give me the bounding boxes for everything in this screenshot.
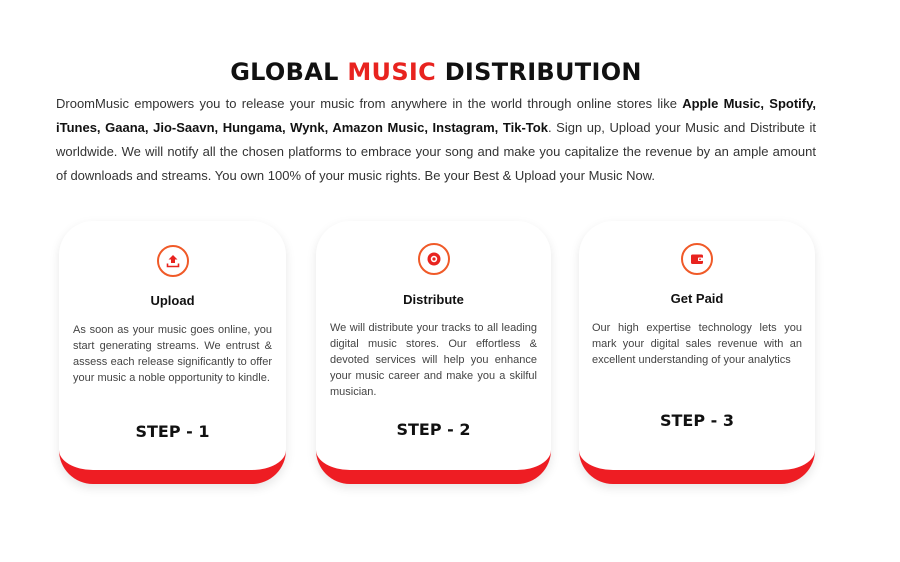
step-card-upload: Upload As soon as your music goes online… — [59, 221, 286, 484]
step-card-distribute: Distribute We will distribute your track… — [316, 221, 551, 484]
card-description: As soon as your music goes online, you s… — [73, 324, 272, 384]
card-description: We will distribute your tracks to all le… — [330, 322, 537, 398]
card-description: Our high expertise technology lets you m… — [592, 322, 802, 366]
upload-icon — [156, 245, 189, 277]
step-card-get-paid: Get Paid Our high expertise technology l… — [579, 221, 815, 484]
step-label: STEP - 1 — [135, 422, 210, 441]
title-accent: MUSIC — [347, 58, 437, 86]
step-label: STEP - 2 — [396, 420, 471, 439]
card-title: Get Paid — [670, 291, 724, 306]
intro-lead: DroomMusic empowers you to release your … — [56, 96, 683, 111]
title-part-2: DISTRIBUTION — [436, 58, 642, 86]
section-title: GLOBAL MUSIC DISTRIBUTION — [0, 58, 872, 86]
intro-paragraph: DroomMusic empowers you to release your … — [56, 92, 816, 188]
step-label: STEP - 3 — [659, 411, 734, 430]
card-title: Distribute — [403, 292, 464, 307]
title-part-1: GLOBAL — [230, 58, 348, 86]
wallet-icon — [681, 243, 713, 275]
card-title: Upload — [150, 293, 195, 308]
disc-icon — [417, 243, 450, 275]
